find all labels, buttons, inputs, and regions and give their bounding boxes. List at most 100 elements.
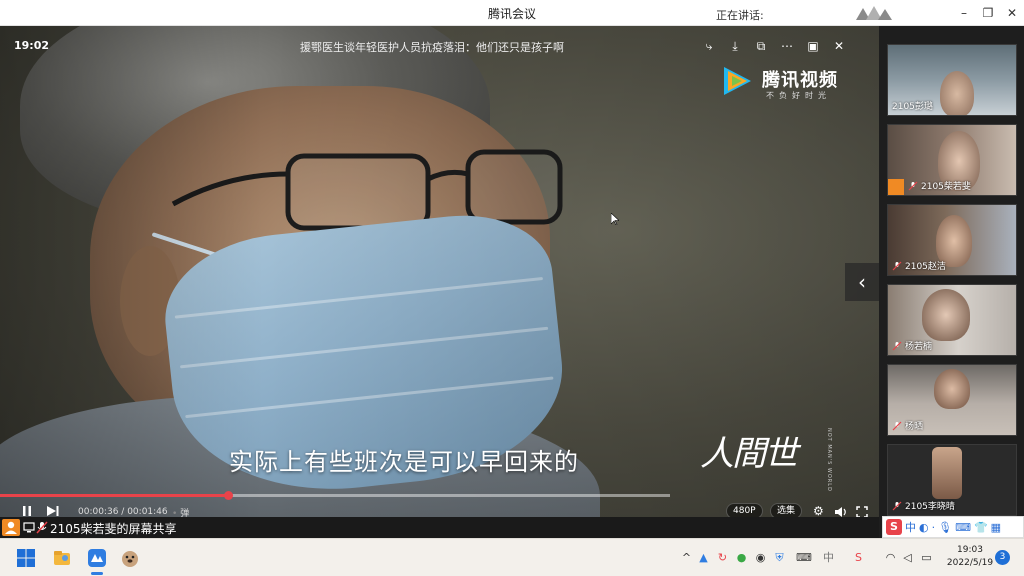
show-logo-sub: NOT MAN'S WORLD [826, 428, 832, 492]
participant-name: 2105李晓晴 [905, 502, 955, 512]
screen-share-bar: 2105柴若斐的屏幕共享 [0, 517, 879, 538]
ime-toolbar[interactable]: S 中 ◐ · 🎙 ⌨ 👕 ▦ [882, 516, 1024, 538]
participant-tile[interactable]: 杨晒 [887, 364, 1017, 436]
mic-muted-icon [892, 341, 902, 350]
more-icon[interactable]: ⋯ [778, 38, 796, 54]
sogou-logo-icon: S [886, 519, 902, 535]
tray-keyboard-icon[interactable]: ⌨ [796, 551, 812, 564]
video-subtitle: 实际上有些班次是可以早回来的 [229, 448, 579, 476]
tile-person [940, 71, 974, 115]
speaker-icon[interactable]: ◁ [901, 551, 914, 564]
participant-name: 杨晒 [905, 422, 924, 432]
screen: 腾讯会议 正在讲话: – ❐ ✕ 19:02 援鄂医生谈年轻医护人员抗疫落泪：他… [0, 0, 1024, 576]
tray-360-icon[interactable]: ● [735, 551, 748, 564]
pet-app-icon[interactable] [120, 548, 140, 568]
speaker-indicator-icon [856, 6, 892, 20]
taskbar-clock[interactable]: 19:03 2022/5/19 [944, 544, 996, 570]
video-clock: 19:02 [14, 39, 50, 52]
tencent-meeting-icon[interactable] [87, 548, 107, 568]
active-app-indicator [91, 572, 103, 575]
close-window-button[interactable]: ✕ [1002, 4, 1022, 22]
tile-person [934, 369, 970, 409]
playback-time: 00:00:36 / 00:01:46 [78, 507, 168, 517]
wifi-icon[interactable]: ◠ [884, 551, 897, 564]
participant-tile[interactable]: 2105李晓晴 [887, 444, 1017, 516]
pip-icon[interactable]: ▣ [804, 38, 822, 54]
mic-muted-icon [892, 261, 902, 270]
sharing-user-badge [2, 519, 20, 536]
ime-keyboard-icon[interactable]: ⌨ [955, 521, 971, 534]
tray-qq-icon[interactable]: ◉ [754, 551, 767, 564]
collapse-panel-button[interactable]: ‹ [845, 263, 879, 301]
tray-chevron-up-icon[interactable]: ^ [680, 551, 693, 564]
sharing-badge [888, 179, 904, 195]
participants-panel: 2105彭璐 2105柴若斐 2105赵洁 杨若楠 杨晒 2105李晓晴 [879, 26, 1024, 538]
ime-mode[interactable]: 中 [905, 519, 916, 535]
participant-tile[interactable]: 2105赵洁 [887, 204, 1017, 276]
tencent-video-play-icon [724, 67, 751, 95]
next-icon[interactable] [46, 505, 60, 517]
clock-time: 19:03 [957, 545, 983, 555]
participant-name: 杨若楠 [905, 342, 933, 352]
mic-muted-icon [36, 521, 48, 534]
participant-name: 2105彭璐 [892, 102, 933, 112]
duration: 00:01:46 [127, 507, 168, 517]
window-titlebar: 腾讯会议 正在讲话: – ❐ ✕ [0, 0, 1024, 26]
mic-muted-icon [908, 181, 918, 190]
user-icon [5, 521, 17, 534]
participant-tile[interactable]: 2105彭璐 [887, 44, 1017, 116]
tencent-video-logo: 腾讯视频 不负好时光 [720, 64, 860, 104]
tencent-video-name: 腾讯视频 [762, 70, 838, 91]
notification-badge[interactable]: 3 [995, 550, 1010, 565]
file-explorer-icon[interactable] [52, 548, 72, 568]
mouse-cursor-icon [611, 213, 619, 225]
participant-label: 杨若楠 [892, 339, 932, 352]
participant-label: 2105彭璐 [892, 99, 933, 112]
progress-bar[interactable] [0, 491, 670, 500]
tray-ime-icon[interactable]: 中 [822, 551, 835, 564]
ime-moon-icon[interactable]: ◐ [919, 521, 929, 534]
shared-video[interactable]: 19:02 援鄂医生谈年轻医护人员抗疫落泪：他们还只是孩子啊 ⤷ ⤓ ⧉ ⋯ ▣… [0, 26, 879, 538]
clock-date: 2022/5/19 [946, 558, 994, 568]
video-title: 援鄂医生谈年轻医护人员抗疫落泪：他们还只是孩子啊 [300, 41, 564, 54]
progress-knob[interactable] [223, 491, 233, 500]
mic-muted-icon [892, 421, 902, 430]
participant-label: 2105李晓晴 [892, 499, 955, 512]
speaking-label: 正在讲话: [716, 9, 764, 22]
progress-fill [0, 494, 228, 497]
pause-icon[interactable] [21, 505, 33, 517]
tray-shield-icon[interactable]: ⛨ [773, 551, 786, 564]
minimize-button[interactable]: – [954, 4, 974, 22]
settings-icon[interactable]: ⚙ [813, 504, 824, 518]
windows-start-icon[interactable] [16, 548, 36, 568]
show-logo: 人間世 [700, 434, 798, 474]
video-top-toolbar: ⤷ ⤓ ⧉ ⋯ ▣ ✕ [700, 38, 848, 54]
ime-mic-icon[interactable]: 🎙 [938, 521, 952, 534]
close-icon[interactable]: ✕ [830, 38, 848, 54]
tray-sync-icon[interactable]: ↻ [716, 551, 729, 564]
participant-name: 2105赵洁 [905, 262, 946, 272]
tencent-video-slogan: 不负好时光 [766, 91, 831, 100]
participant-label: 2105赵洁 [892, 259, 946, 272]
download-icon[interactable]: ⤓ [726, 38, 744, 54]
tray-meeting-icon[interactable]: ▲ [697, 551, 710, 564]
tray-sogou-icon[interactable]: S [852, 551, 865, 564]
screen-icon [23, 522, 35, 533]
screen-share-label: 2105柴若斐的屏幕共享 [50, 522, 177, 536]
ime-punct-icon[interactable]: · [932, 521, 936, 534]
taskbar: ^ ▲ ↻ ● ◉ ⛨ ⌨ 中 S ◠ ◁ ▭ 19:03 2022/5/19 … [0, 538, 1024, 576]
ime-menu-icon[interactable]: ▦ [991, 521, 1001, 534]
participant-label: 杨晒 [892, 419, 923, 432]
current-time: 00:00:36 [78, 507, 119, 517]
restore-button[interactable]: ❐ [978, 4, 998, 22]
share-icon[interactable]: ⤷ [700, 38, 718, 54]
battery-icon[interactable]: ▭ [920, 551, 933, 564]
tile-person [932, 447, 962, 499]
participant-name: 2105柴若斐 [921, 182, 971, 192]
ime-skin-icon[interactable]: 👕 [974, 521, 988, 534]
popout-icon[interactable]: ⧉ [752, 38, 770, 54]
participant-tile[interactable]: 杨若楠 [887, 284, 1017, 356]
participant-label: 2105柴若斐 [908, 179, 971, 192]
participant-tile[interactable]: 2105柴若斐 [887, 124, 1017, 196]
tile-person [922, 289, 970, 341]
